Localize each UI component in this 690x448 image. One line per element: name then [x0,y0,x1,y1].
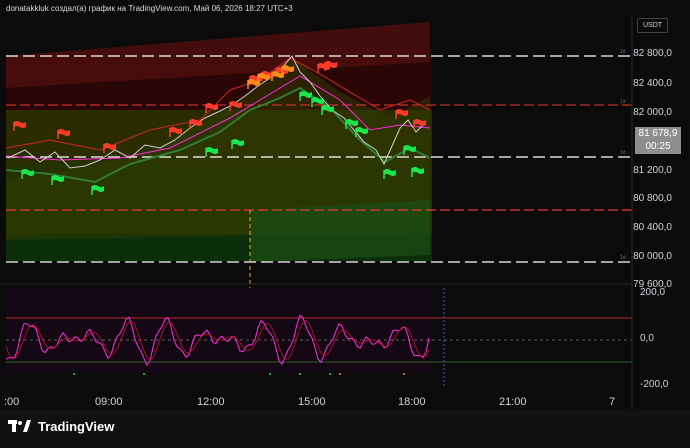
time-label: 15:00 [298,396,326,408]
level-tag: 1d [620,99,626,105]
time-label: 12:00 [197,396,225,408]
time-label: :00 [4,396,20,408]
time-label: 7 [609,396,616,408]
oscillator-label: 0,0 [640,333,654,344]
current-price: 81 678,9 [638,128,678,139]
level-tag: 1d [620,49,626,55]
level-tag: 1d [620,150,626,156]
level-tag: 1d [620,255,626,261]
price-chart[interactable] [0,0,690,448]
price-label: 80 400,0 [633,222,672,233]
time-label: 21:00 [499,396,527,408]
oscillator-label: 200,0 [640,287,666,298]
price-label: 82 800,0 [633,48,672,59]
price-label: 81 200,0 [633,165,672,176]
oscillator-pane [6,288,432,373]
lower-band [250,200,430,262]
price-label: 80 800,0 [633,193,672,204]
time-label: 09:00 [95,396,123,408]
price-label: 82 000,0 [633,107,672,118]
tradingview-logo-icon [8,419,32,434]
brand-name: TradingView [38,419,115,434]
price-label: 80 000,0 [633,251,672,262]
bar-countdown: 00:25 [645,141,671,152]
oscillator-label: -200,0 [640,379,669,390]
tradingview-logo[interactable]: TradingView [8,419,114,434]
current-price-tag: 81 678,9 00:25 [635,127,681,154]
time-label: 18:00 [398,396,426,408]
price-label: 82 400,0 [633,78,672,89]
